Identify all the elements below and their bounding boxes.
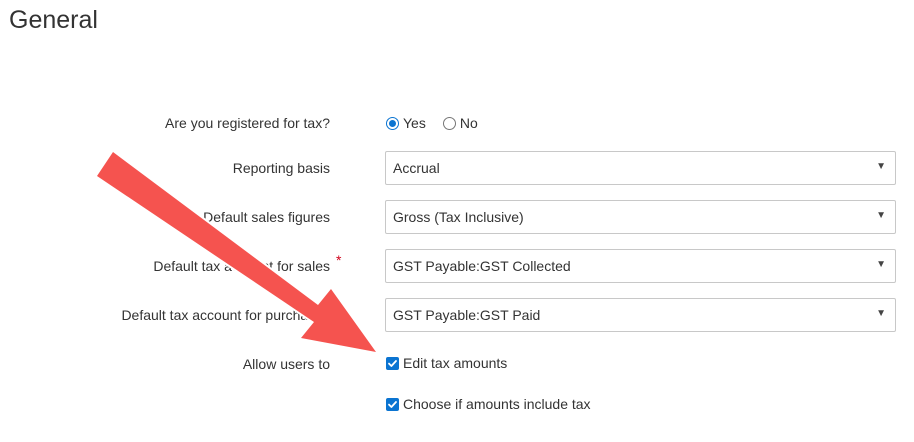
- choose-include-tax-checkbox[interactable]: Choose if amounts include tax: [386, 396, 591, 412]
- choose-include-tax-label: Choose if amounts include tax: [403, 396, 591, 412]
- section-title: General: [9, 6, 98, 34]
- checkbox-checked-icon[interactable]: [386, 356, 399, 370]
- reporting-basis-select[interactable]: Accrual ▼: [385, 151, 896, 185]
- caret-down-icon: ▼: [876, 161, 886, 172]
- edit-tax-amounts-checkbox[interactable]: Edit tax amounts: [386, 355, 507, 371]
- tax-account-purchases-select[interactable]: GST Payable:GST Paid ▼: [385, 298, 896, 332]
- tax-account-sales-select[interactable]: GST Payable:GST Collected ▼: [385, 249, 896, 283]
- tax-account-sales-label: Default tax account for sales: [153, 258, 330, 274]
- radio-yes[interactable]: Yes: [386, 115, 426, 131]
- tax-account-sales-value: GST Payable:GST Collected: [393, 258, 571, 274]
- registered-for-tax-radio-group: Yes No: [386, 114, 495, 132]
- radio-yes-indicator[interactable]: [386, 116, 399, 130]
- checkbox-checked-icon[interactable]: [386, 397, 399, 411]
- reporting-basis-label: Reporting basis: [232, 160, 330, 176]
- edit-tax-amounts-label: Edit tax amounts: [403, 355, 508, 371]
- sales-figures-label: Default sales figures: [203, 209, 330, 225]
- required-indicator: *: [336, 252, 342, 268]
- sales-figures-select[interactable]: Gross (Tax Inclusive) ▼: [385, 200, 896, 234]
- radio-no[interactable]: No: [442, 115, 478, 131]
- allow-users-label: Allow users to: [242, 356, 330, 372]
- tax-account-purchases-value: GST Payable:GST Paid: [393, 307, 541, 323]
- sales-figures-value: Gross (Tax Inclusive): [393, 209, 524, 225]
- radio-no-indicator[interactable]: [442, 116, 456, 130]
- radio-no-label: No: [459, 115, 478, 131]
- reporting-basis-value: Accrual: [393, 160, 440, 176]
- tax-account-purchases-label: Default tax account for purchases: [121, 307, 330, 323]
- tax-settings-page: General Are you registered for tax? Yes …: [0, 0, 914, 442]
- radio-yes-label: Yes: [403, 115, 426, 131]
- caret-down-icon: ▼: [876, 259, 886, 270]
- caret-down-icon: ▼: [876, 210, 886, 221]
- caret-down-icon: ▼: [876, 308, 886, 319]
- registered-for-tax-label: Are you registered for tax?: [165, 115, 330, 131]
